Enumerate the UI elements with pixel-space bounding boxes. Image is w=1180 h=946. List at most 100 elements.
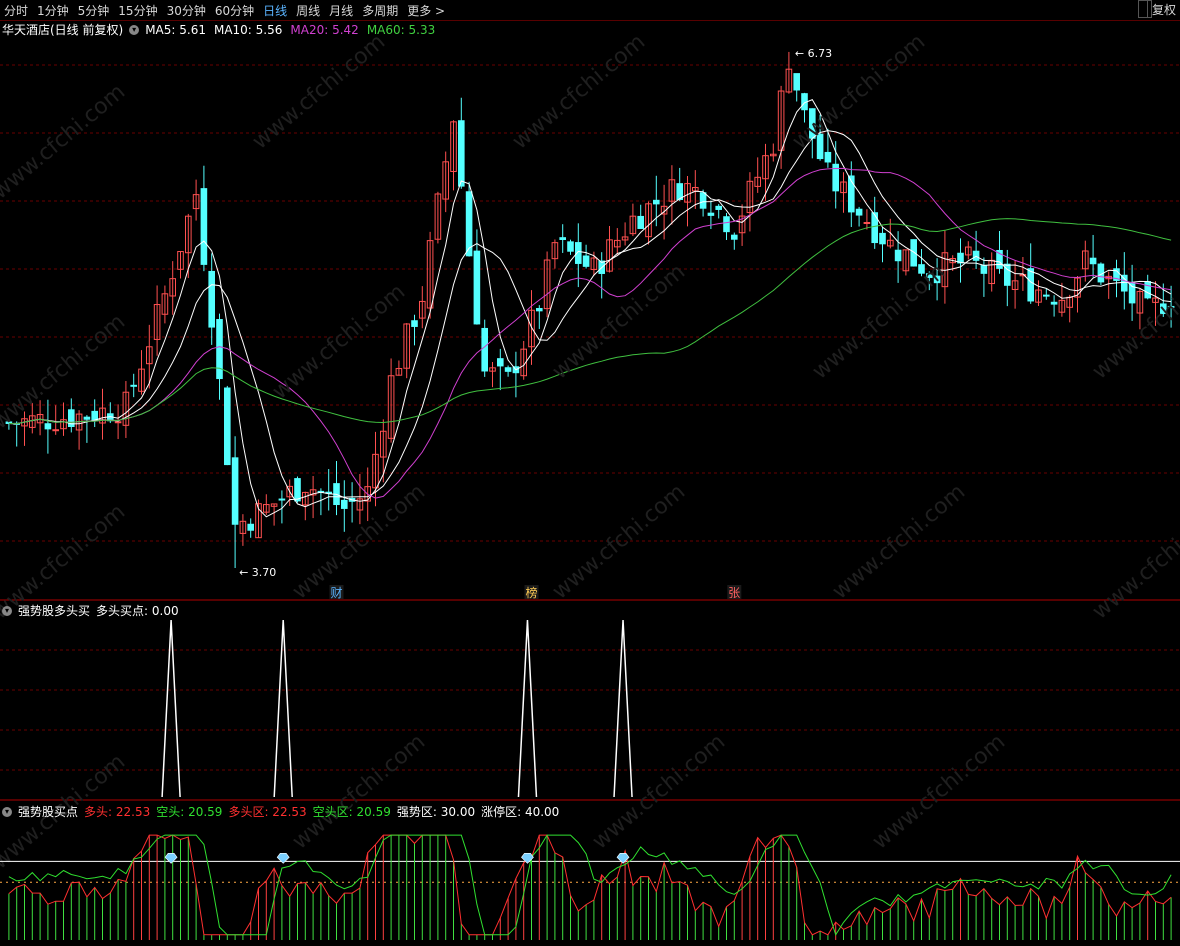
adjust-button[interactable]: 复权 [1146, 1, 1176, 18]
candle-body [723, 216, 730, 233]
period-tab[interactable]: 更多 > [407, 2, 445, 19]
candle-body [910, 239, 918, 267]
event-marker: 财 [331, 586, 343, 600]
panel2-legend: ▾ 强势股多头买 多头买点: 0.00 [2, 602, 179, 619]
candle-body [980, 264, 988, 274]
indicator-legend-item: 空头: 20.59 [156, 805, 223, 819]
buy-spike [613, 619, 633, 798]
candle-body [637, 215, 645, 229]
candle-body [793, 73, 801, 91]
candle-body [52, 429, 60, 432]
candle-body [465, 191, 473, 257]
period-tab[interactable]: 日线 [263, 2, 287, 19]
period-tab[interactable]: 5分钟 [78, 2, 110, 19]
candle-body [863, 222, 871, 225]
candle-body [200, 188, 208, 265]
event-marker: 张 [728, 586, 740, 600]
buy-spike [517, 619, 538, 798]
panel2-value: 多头买点: 0.00 [96, 604, 179, 618]
main-legend: 华天酒店(日线 前复权) ▾ MA5: 5.61 MA10: 5.56 MA20: … [2, 21, 435, 38]
candle-body [707, 212, 715, 216]
watermark: www.cfchi.com [588, 729, 730, 854]
indicator-legend-item: 强势区: 30.00 [396, 805, 476, 819]
high-price-label: ← 6.73 [795, 47, 832, 60]
watermark: www.cfchi.com [808, 259, 950, 384]
candle-body [216, 319, 223, 380]
indicator-legend-item: 空头区: 20.59 [312, 805, 391, 819]
candle-body [582, 255, 590, 267]
indicator-legend-item: 多头: 22.53 [84, 805, 151, 819]
period-tab[interactable]: 多周期 [362, 2, 398, 19]
ma5-line [8, 98, 1172, 518]
candle-body [114, 421, 122, 424]
candle-body [1089, 257, 1097, 265]
watermark: www.cfchi.com [0, 79, 130, 204]
ma-legend-item: MA10: 5.56 [213, 22, 283, 37]
candle-body [855, 208, 863, 216]
period-tab[interactable]: 60分钟 [215, 2, 254, 19]
period-tab[interactable]: 30分钟 [167, 2, 206, 19]
candle-body [130, 384, 137, 387]
candle-body [715, 205, 723, 210]
ma-legend: MA5: 5.61 MA10: 5.56 MA20: 5.42 MA60: 5.33 [145, 23, 435, 37]
candle-body [536, 308, 543, 312]
candle-body [1027, 268, 1035, 302]
candle-body [731, 234, 738, 240]
candle-body [224, 387, 231, 466]
period-tab[interactable]: 1分钟 [37, 2, 69, 19]
chevron-down-icon[interactable]: ▾ [129, 24, 140, 35]
event-marker: 榜 [526, 585, 538, 600]
ma60-line [8, 218, 1172, 425]
candle-body [653, 199, 660, 205]
candle-body [1144, 281, 1152, 299]
candle-body [247, 523, 254, 531]
candle-body [473, 250, 481, 325]
panel3-values: 多头: 22.53 空头: 20.59 多头区: 22.53 空头区: 20.59 强势… [84, 803, 559, 820]
chevron-down-icon[interactable]: ▾ [2, 605, 12, 616]
candle-body [1050, 301, 1058, 305]
period-tab[interactable]: 月线 [329, 2, 353, 19]
chevron-down-icon[interactable]: ▾ [2, 806, 12, 817]
period-tabs: 分时 1分钟 5分钟 15分钟 30分钟 60分钟 日线 周线 月线 多周期 更多 > [4, 2, 445, 19]
candle-body [294, 478, 301, 502]
candle-body [411, 320, 418, 327]
candle-body [1121, 274, 1128, 292]
stock-title: 华天酒店(日线 前复权) [2, 23, 124, 37]
candle-body [567, 241, 574, 252]
bear-line [8, 834, 1172, 936]
period-tab[interactable]: 周线 [296, 2, 320, 19]
watermark: www.cfchi.com [548, 479, 690, 604]
candle-body [1043, 294, 1050, 297]
watermark: www.cfchi.com [268, 279, 410, 404]
candle-body [504, 367, 512, 372]
candle-body [497, 358, 504, 367]
indicator-legend-item: 多头区: 22.53 [228, 805, 307, 819]
candle-body [481, 327, 488, 372]
watermark: www.cfchi.com [868, 729, 1010, 854]
low-price-label: ← 3.70 [239, 566, 276, 579]
watermark: www.cfchi.com [288, 479, 430, 604]
candle-body [879, 232, 886, 245]
candle-body [278, 498, 286, 501]
candle-body [341, 499, 348, 509]
period-tab[interactable]: 分时 [4, 2, 28, 19]
candle-body [44, 423, 52, 430]
bull-line [8, 834, 1172, 936]
watermark: www.cfchi.com [828, 479, 970, 604]
candle-body [208, 270, 215, 328]
period-toolbar: 分时 1分钟 5分钟 15分钟 30分钟 60分钟 日线 周线 月线 多周期 更多 > 复权 [0, 0, 1180, 20]
watermark: www.cfchi.com [548, 259, 690, 384]
watermark: www.cfchi.com [288, 729, 430, 854]
watermark: www.cfchi.com [1088, 499, 1180, 624]
ma10-line [8, 130, 1172, 508]
period-tab[interactable]: 15分钟 [118, 2, 157, 19]
candle-body [894, 249, 902, 262]
candle-body [559, 237, 567, 240]
panel3-legend: ▾ 强势股买点 多头: 22.53 空头: 20.59 多头区: 22.53 空头区:… [2, 803, 559, 820]
panel2-title: 强势股多头买 [18, 604, 91, 618]
panel3-title: 强势股买点 [18, 805, 79, 819]
watermark: www.cfchi.com [248, 29, 390, 154]
candle-body [824, 151, 832, 163]
ma-legend-item: MA60: 5.33 [366, 22, 436, 37]
indicator-legend-item: 涨停区: 40.00 [481, 805, 560, 819]
